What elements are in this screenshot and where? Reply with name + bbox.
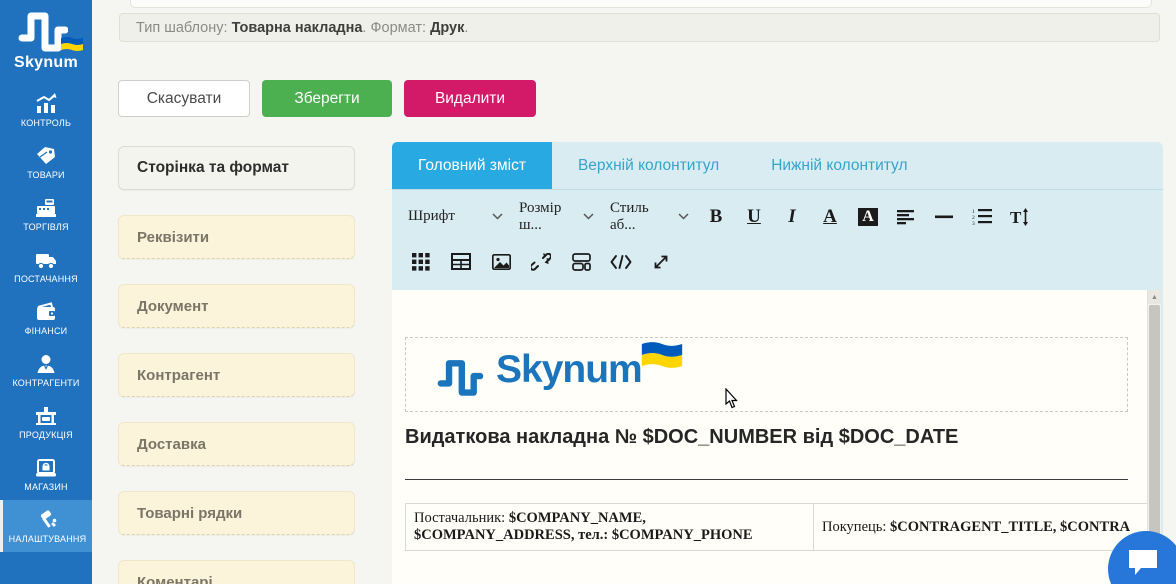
skynum-logo-icon — [437, 360, 484, 396]
tools-icon — [40, 510, 56, 528]
align-left-icon[interactable] — [889, 200, 923, 234]
underline-button[interactable]: U — [737, 200, 771, 234]
delivery-truck-icon — [36, 254, 56, 270]
document-logo-block[interactable]: Skynum — [405, 337, 1128, 412]
shop-bag-icon — [36, 459, 56, 477]
sidebar-item-label: ФІНАНСИ — [24, 326, 68, 336]
scrollbar-thumb[interactable] — [1149, 305, 1160, 557]
chat-icon — [1129, 550, 1157, 575]
container-block-icon[interactable] — [564, 245, 598, 279]
insert-image-icon[interactable] — [484, 245, 518, 279]
bold-button[interactable]: B — [699, 200, 733, 234]
font-size-dropdown[interactable]: Розмір ш... — [513, 196, 600, 238]
supplier-label: Постачальник: — [414, 510, 509, 526]
document-title: Видаткова накладна № $DOC_NUMBER від $DO… — [405, 426, 959, 448]
buyer-label: Покупець: — [822, 518, 891, 535]
insert-table-icon[interactable] — [444, 245, 478, 279]
highlight-color-button[interactable]: A — [851, 200, 885, 234]
editor-tabs: Головний зміст Верхній колонтитул Нижній… — [392, 142, 1163, 190]
chevron-down-icon — [583, 213, 594, 220]
template-format-label: Формат: — [370, 19, 431, 36]
sidebar: Skynum КОНТРОЛЬ ТОВАРИ ТОРГІВЛЯ ПОСТАЧАН… — [0, 0, 92, 584]
sidebar-item-label: ПОСТАЧАННЯ — [14, 274, 78, 284]
template-format-value: Друк — [430, 19, 465, 36]
sidebar-item-label: КОНТРОЛЬ — [20, 118, 72, 128]
sidebar-item-tovary[interactable]: ТОВАРИ — [0, 136, 92, 188]
grid-picker-icon[interactable] — [404, 245, 438, 279]
ordered-list-icon[interactable]: 123 — [965, 200, 999, 234]
line-height-icon[interactable]: T — [1003, 200, 1037, 234]
sidebar-item-produktsiia[interactable]: ПРОДУКЦІЯ — [0, 396, 92, 448]
unlink-icon[interactable] — [524, 245, 558, 279]
buyer-cell: Покупець: $CONTRAGENT_TITLE, $CONTRA — [813, 503, 1147, 551]
cash-register-icon — [36, 199, 56, 217]
document-logo-text: Skynum — [496, 348, 643, 391]
buyer-variables: $CONTRAGENT_TITLE, $CONTRA — [890, 518, 1131, 535]
sidebar-item-kontragenty[interactable]: КОНТРАГЕНТИ — [0, 344, 92, 396]
code-view-icon[interactable] — [604, 245, 638, 279]
delete-button[interactable]: Видалити — [404, 80, 536, 117]
svg-text:3: 3 — [972, 221, 975, 225]
sidebar-item-label: МАГАЗИН — [24, 482, 68, 492]
accordion-item-delivery[interactable]: Доставка — [118, 422, 355, 466]
top-card-partial — [130, 0, 1152, 8]
sidebar-item-label: КОНТРАГЕНТИ — [12, 378, 80, 388]
editor-toolbar: Шрифт Розмір ш... Стиль аб... B U I A A — [392, 190, 1163, 284]
brand-logo[interactable]: Skynum — [0, 0, 92, 84]
template-type-label: Тип шаблону: — [136, 19, 232, 36]
accordion-item-product-rows[interactable]: Товарні рядки — [118, 491, 355, 535]
font-color-button[interactable]: A — [813, 200, 847, 234]
accordion-item-page-format[interactable]: Сторінка та формат — [118, 146, 355, 190]
sidebar-item-label: ПРОДУКЦІЯ — [19, 430, 73, 440]
paragraph-style-dropdown[interactable]: Стиль аб... — [604, 196, 695, 238]
svg-text:T: T — [1010, 208, 1022, 226]
scrollbar-up-arrow[interactable]: ▲ — [1148, 290, 1161, 304]
growth-chart-icon — [36, 93, 57, 113]
ukraine-flag-icon — [641, 342, 683, 368]
price-tags-icon — [37, 147, 55, 164]
tab-main-content[interactable]: Головний зміст — [392, 142, 552, 189]
wysiwyg-content-area[interactable]: Skynum Видаткова накладна № $DOC_NUMBER … — [392, 290, 1147, 584]
tab-footer[interactable]: Нижній колонтитул — [745, 142, 933, 189]
sidebar-item-torhivlia[interactable]: ТОРГІВЛЯ — [0, 188, 92, 240]
save-button[interactable]: Зберегти — [262, 80, 392, 117]
sidebar-item-kontrol[interactable]: КОНТРОЛЬ — [0, 84, 92, 136]
chevron-down-icon — [492, 213, 503, 220]
sidebar-item-label: ТОРГІВЛЯ — [23, 222, 69, 232]
table-row: Постачальник: $COMPANY_NAME, $COMPANY_AD… — [405, 503, 1147, 551]
sidebar-item-finansy[interactable]: ФІНАНСИ — [0, 292, 92, 344]
settings-accordion: Сторінка та формат Реквізити Документ Ко… — [118, 146, 355, 584]
ukraine-flag-icon — [61, 37, 83, 51]
horizontal-rule-icon[interactable] — [927, 200, 961, 234]
brand-name: Skynum — [13, 54, 79, 71]
production-machine-icon — [36, 407, 56, 425]
app-window: Skynum КОНТРОЛЬ ТОВАРИ ТОРГІВЛЯ ПОСТАЧАН… — [0, 0, 1176, 584]
italic-button[interactable]: I — [775, 200, 809, 234]
person-icon — [37, 355, 55, 373]
template-info-bar: Тип шаблону: Товарна накладна. Формат: Д… — [119, 13, 1160, 42]
chevron-down-icon — [678, 213, 689, 220]
document-divider — [405, 479, 1128, 480]
cancel-button[interactable]: Скасувати — [118, 80, 250, 117]
sidebar-item-postachannia[interactable]: ПОСТАЧАННЯ — [0, 240, 92, 292]
tab-header[interactable]: Верхній колонтитул — [552, 142, 745, 189]
fullscreen-icon[interactable] — [644, 245, 678, 279]
document-parties-table: Постачальник: $COMPANY_NAME, $COMPANY_AD… — [405, 503, 1147, 551]
accordion-item-contragent[interactable]: Контрагент — [118, 353, 355, 397]
template-editor-panel: Головний зміст Верхній колонтитул Нижній… — [392, 142, 1163, 584]
accordion-item-comments[interactable]: Коментарі — [118, 560, 355, 584]
supplier-cell: Постачальник: $COMPANY_NAME, $COMPANY_AD… — [405, 503, 814, 551]
sidebar-item-label: ТОВАРИ — [27, 170, 65, 180]
sidebar-item-nalashtuvannia[interactable]: НАЛАШТУВАННЯ — [0, 500, 92, 552]
sidebar-item-mahazyn[interactable]: МАГАЗИН — [0, 448, 92, 500]
font-family-dropdown[interactable]: Шрифт — [402, 204, 509, 229]
template-type-value: Товарна накладна — [231, 19, 363, 36]
sidebar-item-label: НАЛАШТУВАННЯ — [8, 534, 87, 544]
wallet-icon — [37, 302, 55, 320]
accordion-item-document[interactable]: Документ — [118, 284, 355, 328]
accordion-item-requisites[interactable]: Реквізити — [118, 215, 355, 259]
